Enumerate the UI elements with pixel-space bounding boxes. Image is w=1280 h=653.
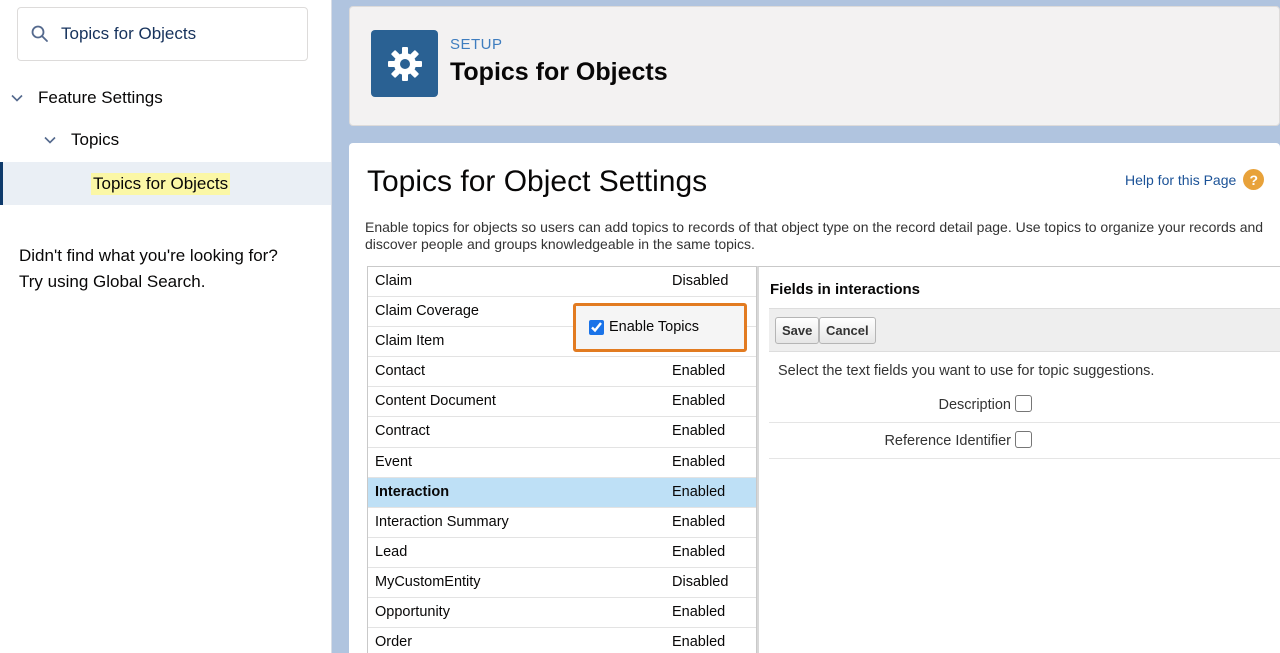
enable-topics-control[interactable]: Enable Topics [589, 319, 699, 335]
header-eyebrow: SETUP [450, 36, 503, 53]
page-title: Topics for Objects [450, 58, 668, 86]
help-question-icon[interactable]: ? [1243, 169, 1265, 190]
object-status: Enabled [672, 513, 726, 530]
object-row[interactable]: Contract Enabled [368, 417, 756, 448]
object-name[interactable]: Content Document [375, 393, 496, 409]
object-name[interactable]: Claim [375, 273, 412, 289]
object-status: Enabled [672, 543, 726, 560]
quick-find-box[interactable] [17, 7, 308, 61]
object-row[interactable]: Interaction Enabled [368, 477, 756, 508]
tree-item-label: Feature Settings [38, 88, 163, 107]
setup-sidebar: Feature Settings Topics Topics for Objec… [0, 0, 332, 653]
object-name[interactable]: Opportunity [375, 604, 450, 620]
page-header: SETUP Topics for Objects [349, 6, 1280, 126]
enable-topics-checkbox[interactable] [589, 319, 604, 335]
details-toolbar: Save Cancel [769, 308, 1280, 352]
object-name[interactable]: Claim Coverage [375, 303, 479, 319]
object-name[interactable]: Claim Item [375, 333, 444, 349]
object-name[interactable]: MyCustomEntity [375, 574, 481, 590]
help-note-line: Try using Global Search. [19, 272, 206, 291]
help-for-page-link[interactable]: Help for this Page ? [1125, 169, 1265, 190]
object-row[interactable]: Content Document Enabled [368, 387, 756, 418]
object-name[interactable]: Event [375, 454, 412, 470]
save-button[interactable]: Save [775, 317, 820, 344]
reference-identifier-checkbox[interactable] [1015, 431, 1032, 448]
object-status: Enabled [672, 393, 726, 410]
field-label: Reference Identifier [884, 433, 1011, 449]
main-content: Topics for Object Settings Help for this… [349, 143, 1280, 653]
field-instruction: Select the text fields you want to use f… [778, 363, 1155, 379]
object-row[interactable]: Event Enabled [368, 448, 756, 478]
field-label: Description [938, 397, 1011, 413]
search-icon [31, 25, 48, 42]
details-title: Fields in interactions [770, 281, 921, 298]
chevron-down-icon[interactable] [43, 133, 57, 147]
gear-icon [387, 46, 422, 81]
object-name[interactable]: Interaction Summary [375, 514, 509, 530]
search-help-note: Didn't find what you're looking for? Try… [19, 243, 319, 295]
object-status: Enabled [672, 483, 726, 500]
object-name[interactable]: Contact [375, 363, 425, 379]
object-name[interactable]: Interaction [375, 484, 449, 500]
description-checkbox[interactable] [1015, 395, 1032, 412]
object-status: Enabled [672, 634, 726, 651]
object-row[interactable]: Order Enabled [368, 628, 756, 653]
object-name[interactable]: Order [375, 634, 412, 650]
section-heading: Topics for Object Settings [367, 165, 708, 198]
object-row[interactable]: Opportunity Enabled [368, 598, 756, 629]
object-status: Enabled [672, 604, 726, 621]
object-status: Enabled [672, 363, 726, 380]
chevron-down-icon[interactable] [10, 91, 24, 105]
object-name[interactable]: Contract [375, 423, 430, 439]
field-row-description: Description [769, 387, 1280, 423]
tree-item-label: Topics for Objects [91, 173, 231, 195]
field-row-reference-identifier: Reference Identifier [769, 423, 1280, 459]
tree-item-topics-for-objects[interactable]: Topics for Objects [0, 162, 331, 205]
object-row[interactable]: Contact Enabled [368, 357, 756, 388]
quick-find-input[interactable] [61, 24, 291, 44]
object-status: Enabled [672, 453, 726, 470]
tree-item-topics[interactable]: Topics [43, 130, 119, 150]
object-status: Enabled [672, 423, 726, 440]
object-row[interactable]: Claim Disabled [368, 267, 756, 298]
cancel-button[interactable]: Cancel [819, 317, 876, 344]
tree-item-label: Topics [71, 130, 120, 149]
object-row[interactable]: MyCustomEntity Disabled [368, 568, 756, 599]
details-pane: Fields in interactions Save Cancel Selec… [757, 266, 1280, 653]
object-status: Disabled [672, 573, 729, 590]
tree-item-feature-settings[interactable]: Feature Settings [10, 88, 163, 108]
object-name[interactable]: Lead [375, 544, 407, 560]
object-row[interactable]: Interaction Summary Enabled [368, 508, 756, 538]
page-description: Enable topics for objects so users can a… [365, 219, 1264, 252]
setup-icon-tile [371, 30, 438, 97]
object-status: Disabled [672, 273, 729, 289]
enable-topics-label: Enable Topics [609, 319, 700, 335]
help-link-label[interactable]: Help for this Page [1125, 172, 1236, 188]
object-row[interactable]: Lead Enabled [368, 538, 756, 568]
help-note-line: Didn't find what you're looking for? [19, 246, 278, 265]
